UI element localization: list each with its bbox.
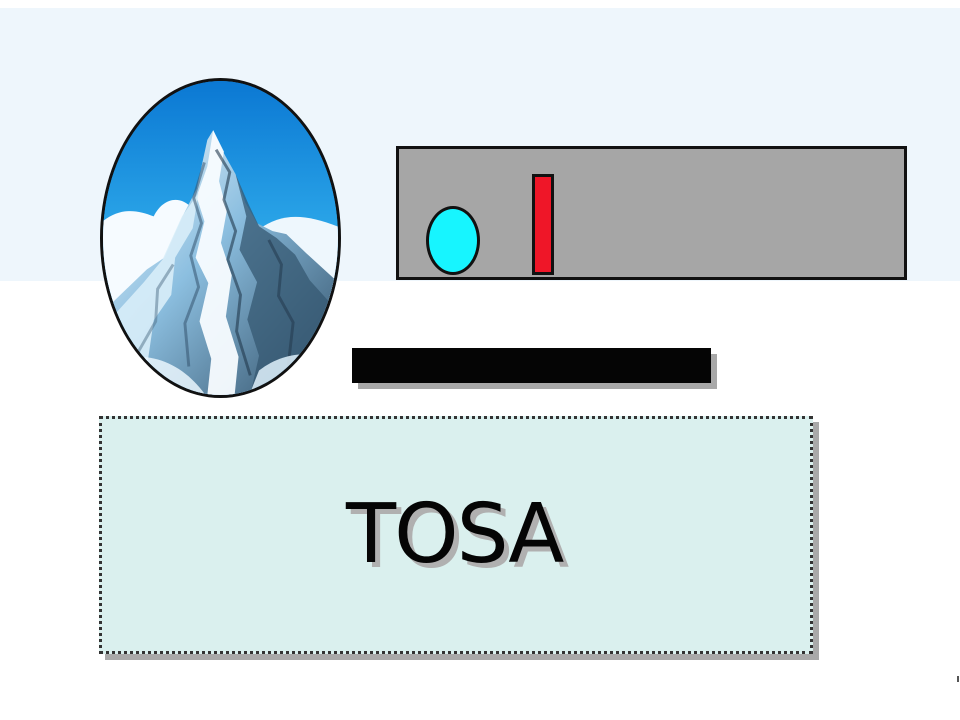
gray-panel	[396, 146, 907, 280]
cyan-oval-shape	[426, 206, 480, 275]
label-box: TOSA	[99, 416, 813, 654]
main-label: TOSA	[346, 487, 564, 582]
slide-canvas: TOSA	[0, 0, 960, 720]
mountain-photo	[100, 78, 341, 398]
mountain-icon	[103, 81, 338, 395]
red-bar-shape	[532, 174, 554, 275]
corner-mark	[957, 676, 959, 682]
black-bar-shape	[352, 348, 711, 383]
